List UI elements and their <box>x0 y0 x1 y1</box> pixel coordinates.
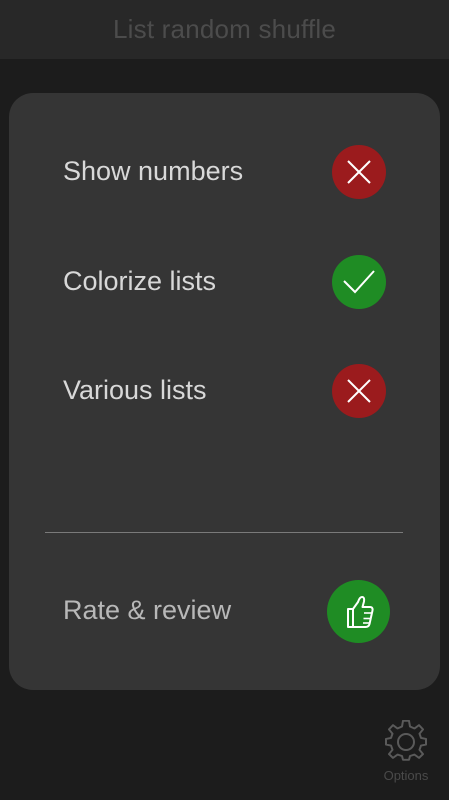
close-icon <box>347 379 371 403</box>
setting-row-show-numbers: Show numbers <box>9 145 440 201</box>
show-numbers-toggle[interactable] <box>332 145 386 199</box>
app-header: List random shuffle <box>0 0 449 59</box>
settings-panel: Show numbers Colorize lists Various list… <box>9 93 440 690</box>
setting-label-show-numbers: Show numbers <box>63 156 244 186</box>
close-icon <box>347 160 371 184</box>
app-title: List random shuffle <box>113 14 336 44</box>
various-lists-toggle[interactable] <box>332 364 386 418</box>
setting-row-various-lists: Various lists <box>9 364 440 420</box>
gear-icon <box>385 720 427 761</box>
setting-label-colorize-lists: Colorize lists <box>63 266 217 296</box>
app-root: List random shuffle Show numbers Coloriz… <box>0 0 449 800</box>
panel-divider <box>45 532 403 533</box>
colorize-lists-toggle[interactable] <box>332 255 386 309</box>
rate-review-button[interactable] <box>327 580 390 643</box>
setting-row-colorize-lists: Colorize lists <box>9 255 440 311</box>
check-icon <box>343 270 375 294</box>
rate-review-label: Rate & review <box>63 595 232 625</box>
options-label: Options <box>383 768 429 783</box>
setting-label-various-lists: Various lists <box>63 375 207 405</box>
rate-review-row[interactable]: Rate & review <box>9 580 440 643</box>
options-button[interactable]: Options <box>376 720 436 792</box>
thumbs-up-icon <box>346 595 374 628</box>
